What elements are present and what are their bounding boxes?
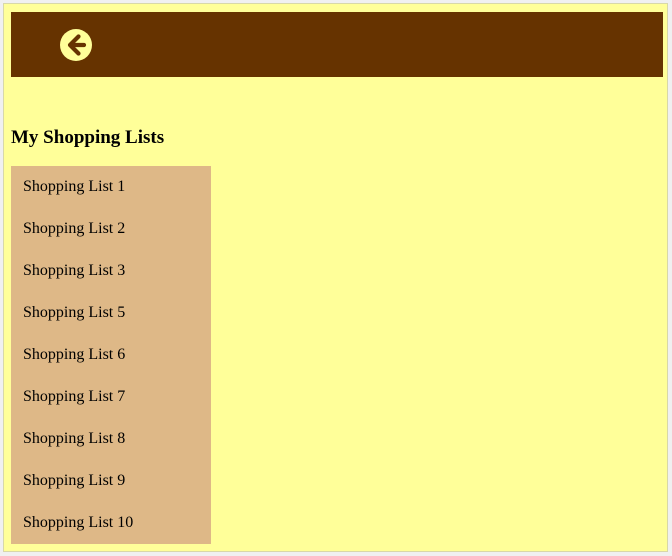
back-button[interactable] bbox=[59, 28, 93, 62]
shopping-list-item[interactable]: Shopping List 1 bbox=[11, 166, 211, 208]
arrow-left-circle-icon bbox=[59, 28, 93, 62]
app-frame: My Shopping Lists Shopping List 1 Shoppi… bbox=[3, 3, 668, 552]
shopping-list-item[interactable]: Shopping List 6 bbox=[11, 334, 211, 376]
shopping-list-item[interactable]: Shopping List 3 bbox=[11, 250, 211, 292]
header-bar bbox=[11, 12, 663, 77]
shopping-list-item[interactable]: Shopping List 9 bbox=[11, 460, 211, 502]
shopping-list-item[interactable]: Shopping List 10 bbox=[11, 502, 211, 544]
shopping-list-item[interactable]: Shopping List 5 bbox=[11, 292, 211, 334]
page-title: My Shopping Lists bbox=[11, 127, 165, 148]
shopping-list-panel: Shopping List 1 Shopping List 2 Shopping… bbox=[11, 166, 211, 544]
shopping-list-item[interactable]: Shopping List 7 bbox=[11, 376, 211, 418]
shopping-list-item[interactable]: Shopping List 8 bbox=[11, 418, 211, 460]
shopping-list-item[interactable]: Shopping List 2 bbox=[11, 208, 211, 250]
